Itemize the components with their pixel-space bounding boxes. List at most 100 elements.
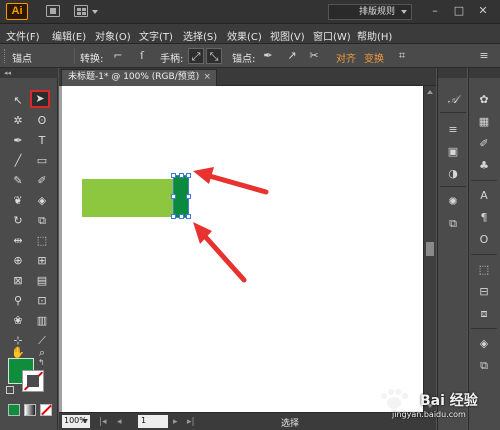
color-mode-icon[interactable]: [8, 404, 20, 416]
mesh-tool-icon[interactable]: ⊠: [8, 272, 28, 290]
column-graph-tool-icon[interactable]: ▥: [32, 312, 52, 330]
rotate-tool-icon[interactable]: ↻: [8, 212, 28, 230]
menu-select[interactable]: 选择(S): [183, 28, 217, 43]
last-artboard-icon[interactable]: ▸|: [187, 416, 195, 428]
blend-tool-icon[interactable]: ⊡: [32, 292, 52, 310]
connect-anchors-icon[interactable]: ↗: [284, 48, 300, 64]
convert-to-corner-icon[interactable]: ⌐: [110, 48, 126, 64]
artboards-panel-icon[interactable]: ⧉: [476, 358, 492, 374]
character-styles-icon[interactable]: 𝒜: [445, 92, 461, 108]
lasso-tool-icon[interactable]: ʘ: [32, 112, 52, 130]
paintbrush-tool-icon[interactable]: ✎: [8, 172, 28, 190]
graphic-styles-icon[interactable]: ⧉: [445, 216, 461, 232]
cut-path-icon[interactable]: ✂: [306, 48, 322, 64]
bridge-icon[interactable]: [46, 5, 60, 17]
menu-object[interactable]: 对象(O): [95, 28, 131, 43]
hide-handles-icon[interactable]: ⤡: [206, 48, 222, 64]
rectangle-tool-icon[interactable]: ▭: [32, 152, 52, 170]
document-tab[interactable]: 未标题-1* @ 100% (RGB/预览) ×: [61, 69, 217, 86]
resize-handle[interactable]: [186, 194, 191, 199]
close-tab-icon[interactable]: ×: [203, 70, 211, 85]
hand-tool-icon[interactable]: ✋: [8, 347, 28, 358]
minimize-button[interactable]: –: [428, 4, 442, 18]
panel-grip[interactable]: [4, 49, 6, 63]
transform-panel-icon[interactable]: ⬚: [476, 262, 492, 278]
show-handles-icon[interactable]: ⤢: [188, 48, 204, 64]
selection-bounding-box[interactable]: [171, 173, 191, 219]
paragraph-panel-icon[interactable]: ¶: [476, 210, 492, 226]
width-tool-icon[interactable]: ⇹: [8, 232, 28, 250]
selection-tool-icon[interactable]: ➤: [30, 90, 50, 108]
menu-window[interactable]: 窗口(W): [313, 28, 351, 43]
panel-collapse-icon[interactable]: ◂◂: [0, 68, 58, 78]
default-colors-icon[interactable]: [6, 386, 14, 394]
light-green-rectangle[interactable]: [82, 179, 174, 217]
menu-help[interactable]: 帮助(H): [357, 28, 392, 43]
isolate-selection-icon[interactable]: ⌗: [394, 48, 410, 64]
magic-wand-tool-icon[interactable]: ✲: [8, 112, 28, 130]
gradient-mode-icon[interactable]: [24, 404, 36, 416]
symbol-sprayer-tool-icon[interactable]: ❀: [8, 312, 28, 330]
color-panel-icon[interactable]: ✿: [476, 92, 492, 108]
align-link[interactable]: 对齐: [336, 50, 356, 65]
panel-header[interactable]: [469, 68, 500, 78]
transparency-panel-icon[interactable]: ◑: [445, 166, 461, 182]
panel-menu-icon[interactable]: ≡: [476, 48, 492, 64]
perspective-grid-tool-icon[interactable]: ⊞: [32, 252, 52, 270]
stroke-color-swatch[interactable]: [22, 370, 44, 392]
menu-type[interactable]: 文字(T): [139, 28, 173, 43]
resize-handle[interactable]: [186, 214, 191, 219]
convert-to-smooth-icon[interactable]: ſ: [134, 48, 150, 64]
next-artboard-icon[interactable]: ▸: [173, 416, 178, 428]
blob-brush-tool-icon[interactable]: ❦: [8, 192, 28, 210]
scroll-thumb[interactable]: [426, 242, 434, 256]
symbols-panel-icon[interactable]: ♣: [476, 158, 492, 174]
menu-file[interactable]: 文件(F): [6, 28, 40, 43]
swap-fill-stroke-icon[interactable]: ↰: [38, 358, 48, 368]
artboard[interactable]: [62, 86, 423, 412]
zoom-level-select[interactable]: 100%: [62, 415, 90, 428]
direct-selection-tool-icon[interactable]: ↖: [8, 92, 28, 110]
menu-effect[interactable]: 效果(C): [227, 28, 262, 43]
layers-panel-icon[interactable]: ◈: [476, 336, 492, 352]
resize-handle[interactable]: [179, 173, 184, 178]
previous-artboard-icon[interactable]: ◂: [117, 416, 122, 428]
shape-builder-tool-icon[interactable]: ⊕: [8, 252, 28, 270]
none-mode-icon[interactable]: [40, 404, 52, 416]
scroll-up-icon[interactable]: [427, 90, 433, 94]
pen-tool-icon[interactable]: ✒: [8, 132, 28, 150]
brushes-panel-icon[interactable]: ✐: [476, 136, 492, 152]
align-panel-icon[interactable]: ⊟: [476, 284, 492, 300]
remove-anchor-icon[interactable]: ✒: [260, 48, 276, 64]
eyedropper-tool-icon[interactable]: ⚲: [8, 292, 28, 310]
panel-header[interactable]: [438, 68, 467, 78]
maximize-button[interactable]: □: [452, 4, 466, 18]
stroke-panel-icon[interactable]: ≡: [445, 122, 461, 138]
appearance-panel-icon[interactable]: ✺: [445, 194, 461, 210]
artboard-number-field[interactable]: 1: [138, 415, 168, 428]
scale-tool-icon[interactable]: ⧉: [32, 212, 52, 230]
line-tool-icon[interactable]: ╱: [8, 152, 28, 170]
workspace-switcher[interactable]: 排版规则: [328, 4, 412, 20]
zoom-tool-icon[interactable]: ⌕: [32, 347, 52, 358]
eraser-tool-icon[interactable]: ◈: [32, 192, 52, 210]
type-tool-icon[interactable]: T: [32, 132, 52, 150]
swatches-panel-icon[interactable]: ▦: [476, 114, 492, 130]
resize-handle[interactable]: [186, 173, 191, 178]
menu-view[interactable]: 视图(V): [270, 28, 305, 43]
canvas-stage[interactable]: [59, 86, 423, 412]
opentype-panel-icon[interactable]: O: [476, 232, 492, 248]
arrange-documents-icon[interactable]: [74, 5, 88, 17]
pencil-tool-icon[interactable]: ✐: [32, 172, 52, 190]
transform-link[interactable]: 变换: [364, 50, 384, 65]
resize-handle[interactable]: [171, 194, 176, 199]
chevron-down-icon[interactable]: [92, 10, 98, 14]
free-transform-tool-icon[interactable]: ⬚: [32, 232, 52, 250]
menu-edit[interactable]: 编辑(E): [52, 28, 86, 43]
gradient-panel-icon[interactable]: ▣: [445, 144, 461, 160]
first-artboard-icon[interactable]: |◂: [99, 416, 107, 428]
pathfinder-panel-icon[interactable]: ⧈: [476, 306, 492, 322]
character-panel-icon[interactable]: A: [476, 188, 492, 204]
resize-handle[interactable]: [171, 214, 176, 219]
vertical-scrollbar[interactable]: [423, 86, 436, 412]
